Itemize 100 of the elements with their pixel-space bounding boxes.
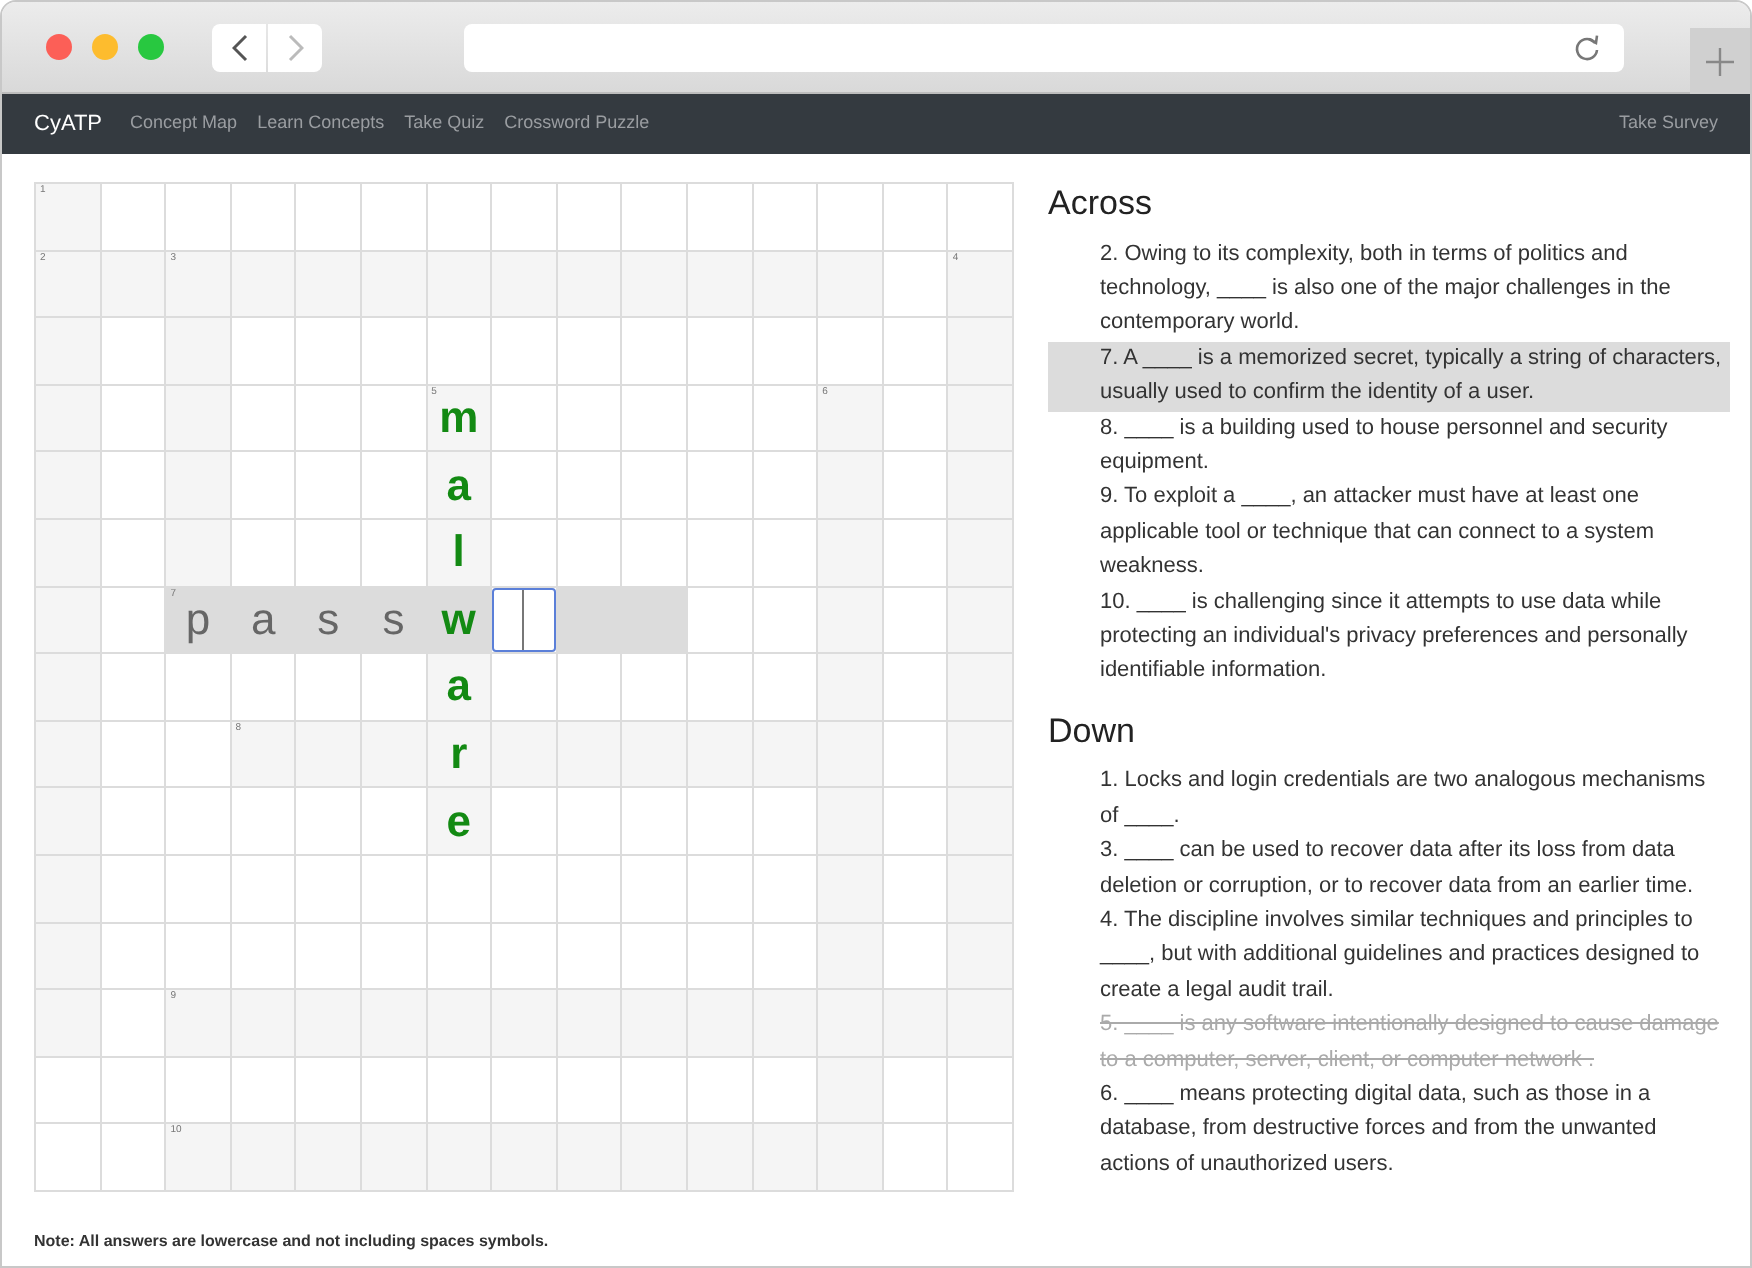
crossword-cell[interactable] xyxy=(36,654,102,722)
crossword-cell[interactable]: r xyxy=(427,721,493,789)
clue-text[interactable]: 7. A ____ is a memorized secret, typically a string of characters, usually used to confirm the identity of a user. xyxy=(1048,341,1730,412)
crossword-cell[interactable] xyxy=(818,923,884,991)
crossword-cell[interactable] xyxy=(818,587,884,655)
reload-icon[interactable] xyxy=(1574,33,1600,61)
crossword-cell[interactable] xyxy=(36,855,102,924)
crossword-cell[interactable] xyxy=(687,1124,754,1192)
crossword-cell[interactable] xyxy=(231,990,297,1058)
crossword-cell[interactable] xyxy=(36,721,102,789)
crossword-cell[interactable] xyxy=(622,721,688,789)
crossword-cell[interactable] xyxy=(166,318,232,386)
crossword-cell[interactable] xyxy=(36,318,102,386)
crossword-cell[interactable] xyxy=(36,990,102,1058)
crossword-cell[interactable] xyxy=(818,721,884,789)
crossword-cell[interactable] xyxy=(166,452,232,520)
crossword-cell[interactable] xyxy=(883,990,949,1058)
clue-text[interactable]: 4. The discipline involves similar techniques and principles to ____, but with additional guidelines and practices designed to create a legal audit trail. xyxy=(1048,903,1730,1009)
crossword-cell[interactable] xyxy=(622,990,688,1058)
crossword-cell[interactable] xyxy=(622,587,688,655)
crossword-cell[interactable]: e xyxy=(427,788,493,856)
nav-link[interactable]: Learn Concepts xyxy=(257,110,385,138)
crossword-cell[interactable] xyxy=(818,788,884,856)
crossword-cell[interactable] xyxy=(687,990,754,1058)
crossword-cell[interactable] xyxy=(753,1124,819,1192)
crossword-cell[interactable] xyxy=(492,990,558,1058)
close-window-icon[interactable] xyxy=(46,34,72,60)
crossword-cell[interactable] xyxy=(818,990,884,1058)
nav-link[interactable]: Crossword Puzzle xyxy=(504,110,650,138)
clue-text[interactable]: 3. ____ can be used to recover data after its loss from data deletion or corruption, or to recover data from an earlier time. xyxy=(1048,834,1730,904)
crossword-cell[interactable] xyxy=(557,721,623,789)
crossword-cell[interactable] xyxy=(818,251,884,319)
crossword-cell[interactable] xyxy=(557,990,623,1058)
crossword-cell[interactable] xyxy=(622,251,688,319)
crossword-cell[interactable]: s xyxy=(296,587,362,655)
clue-text[interactable]: 5. ____ is any software intentionally designed to cause damage to a computer, server, client, or computer network . xyxy=(1048,1008,1730,1078)
clue-text[interactable]: 6. ____ means protecting digital data, such as those in a database, from destructive forces and from the unwanted actions of unauthorized users. xyxy=(1048,1077,1730,1183)
survey-link[interactable]: Take Survey xyxy=(1618,110,1718,138)
crossword-cell[interactable] xyxy=(753,721,819,789)
crossword-cell[interactable] xyxy=(361,251,428,319)
crossword-cell[interactable] xyxy=(166,385,232,453)
crossword-cell[interactable] xyxy=(622,1124,688,1192)
crossword-cell[interactable] xyxy=(948,721,1014,789)
crossword-cell[interactable] xyxy=(296,1124,362,1192)
clue-text[interactable]: 8. ____ is a building used to house personnel and security equipment. xyxy=(1048,411,1730,481)
crossword-cell[interactable] xyxy=(36,452,102,520)
nav-link[interactable]: Take Quiz xyxy=(404,110,485,138)
crossword-cell[interactable] xyxy=(101,251,167,319)
crossword-cell[interactable] xyxy=(557,251,623,319)
crossword-cell[interactable] xyxy=(36,385,102,453)
letter-input[interactable] xyxy=(492,587,556,653)
crossword-cell[interactable] xyxy=(361,721,428,789)
crossword-cell[interactable] xyxy=(231,1124,297,1192)
crossword-cell[interactable] xyxy=(687,251,754,319)
crossword-cell[interactable] xyxy=(948,923,1014,991)
crossword-cell[interactable] xyxy=(427,990,493,1058)
minimize-window-icon[interactable] xyxy=(92,34,118,60)
clue-text[interactable]: 1. Locks and login credentials are two analogous mechanisms of ____. xyxy=(1048,764,1730,835)
crossword-cell[interactable] xyxy=(948,452,1014,520)
crossword-cell[interactable] xyxy=(753,990,819,1058)
crossword-cell[interactable] xyxy=(948,587,1014,655)
crossword-cell[interactable] xyxy=(231,251,297,319)
crossword-cell[interactable] xyxy=(687,721,754,789)
crossword-cell[interactable]: w xyxy=(427,587,493,655)
crossword-cell[interactable] xyxy=(948,855,1014,924)
crossword-cell[interactable] xyxy=(361,1124,428,1192)
crossword-cell[interactable] xyxy=(427,1124,493,1192)
crossword-cell[interactable] xyxy=(166,519,232,588)
clue-text[interactable]: 9. To exploit a ____, an attacker must have at least one applicable tool or technique that can connect to a system weakness. xyxy=(1048,480,1730,586)
crossword-cell[interactable]: s xyxy=(361,587,428,655)
crossword-cell[interactable] xyxy=(36,923,102,991)
crossword-cell[interactable] xyxy=(427,251,493,319)
clue-text[interactable]: 2. Owing to its complexity, both in terms of politics and technology, ____ is also one of the major challenges in the contemporary world. xyxy=(1048,237,1730,342)
crossword-cell[interactable] xyxy=(948,318,1014,386)
crossword-cell[interactable]: a xyxy=(427,654,493,722)
crossword-cell[interactable]: a xyxy=(231,587,297,655)
crossword-cell[interactable] xyxy=(948,654,1014,722)
back-button[interactable] xyxy=(212,23,266,71)
crossword-cell[interactable] xyxy=(36,587,102,655)
crossword-cell[interactable] xyxy=(492,1124,558,1192)
crossword-cell[interactable] xyxy=(818,1057,884,1125)
crossword-cell[interactable] xyxy=(296,990,362,1058)
crossword-cell[interactable] xyxy=(36,519,102,588)
crossword-cell[interactable] xyxy=(818,855,884,924)
crossword-cell[interactable] xyxy=(296,721,362,789)
crossword-cell[interactable] xyxy=(818,519,884,588)
crossword-cell[interactable] xyxy=(36,788,102,856)
crossword-cell[interactable] xyxy=(492,721,558,789)
crossword-cell[interactable] xyxy=(948,990,1014,1058)
crossword-cell[interactable] xyxy=(296,251,362,319)
crossword-cell[interactable]: a xyxy=(427,452,493,520)
nav-link[interactable]: Concept Map xyxy=(130,110,238,138)
crossword-cell[interactable] xyxy=(818,654,884,722)
new-tab-button[interactable] xyxy=(1690,28,1750,94)
clue-text[interactable]: 10. ____ is challenging since it attempts to use data while protecting an individual's privacy preferences and personally identifiable information. xyxy=(1048,585,1730,690)
maximize-window-icon[interactable] xyxy=(138,34,164,60)
brand-link[interactable]: CyATP xyxy=(34,107,103,141)
crossword-cell[interactable] xyxy=(818,452,884,520)
crossword-cell[interactable] xyxy=(557,1124,623,1192)
crossword-cell[interactable] xyxy=(557,587,623,655)
